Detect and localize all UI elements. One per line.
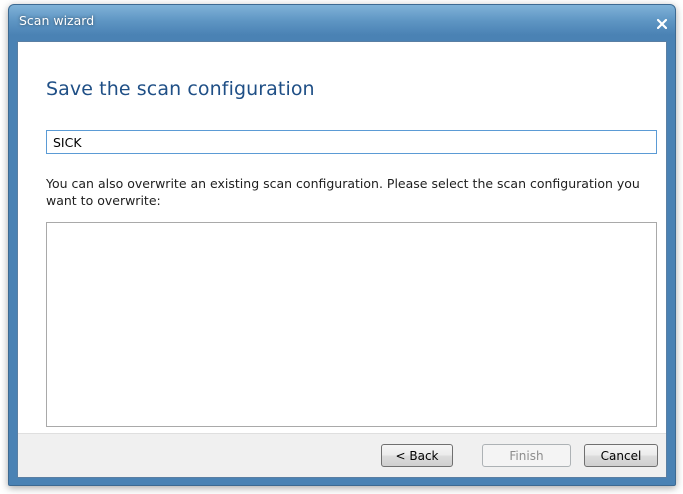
- finish-button: Finish: [482, 444, 571, 467]
- existing-configurations-list[interactable]: [46, 222, 657, 427]
- configuration-name-input[interactable]: [46, 130, 657, 154]
- cancel-button[interactable]: Cancel: [584, 444, 658, 467]
- button-bar: < Back Finish Cancel: [18, 433, 666, 477]
- title-bar[interactable]: Scan wizard: [9, 5, 675, 41]
- dialog-content: Save the scan configuration You can also…: [17, 41, 667, 478]
- back-button[interactable]: < Back: [381, 444, 453, 467]
- page-title: Save the scan configuration: [46, 78, 315, 100]
- scan-wizard-window: Scan wizard Save the scan configuration …: [8, 4, 676, 486]
- close-icon: [657, 19, 667, 29]
- window-title: Scan wizard: [19, 13, 95, 28]
- overwrite-instruction: You can also overwrite an existing scan …: [46, 176, 640, 208]
- close-button[interactable]: [651, 14, 673, 34]
